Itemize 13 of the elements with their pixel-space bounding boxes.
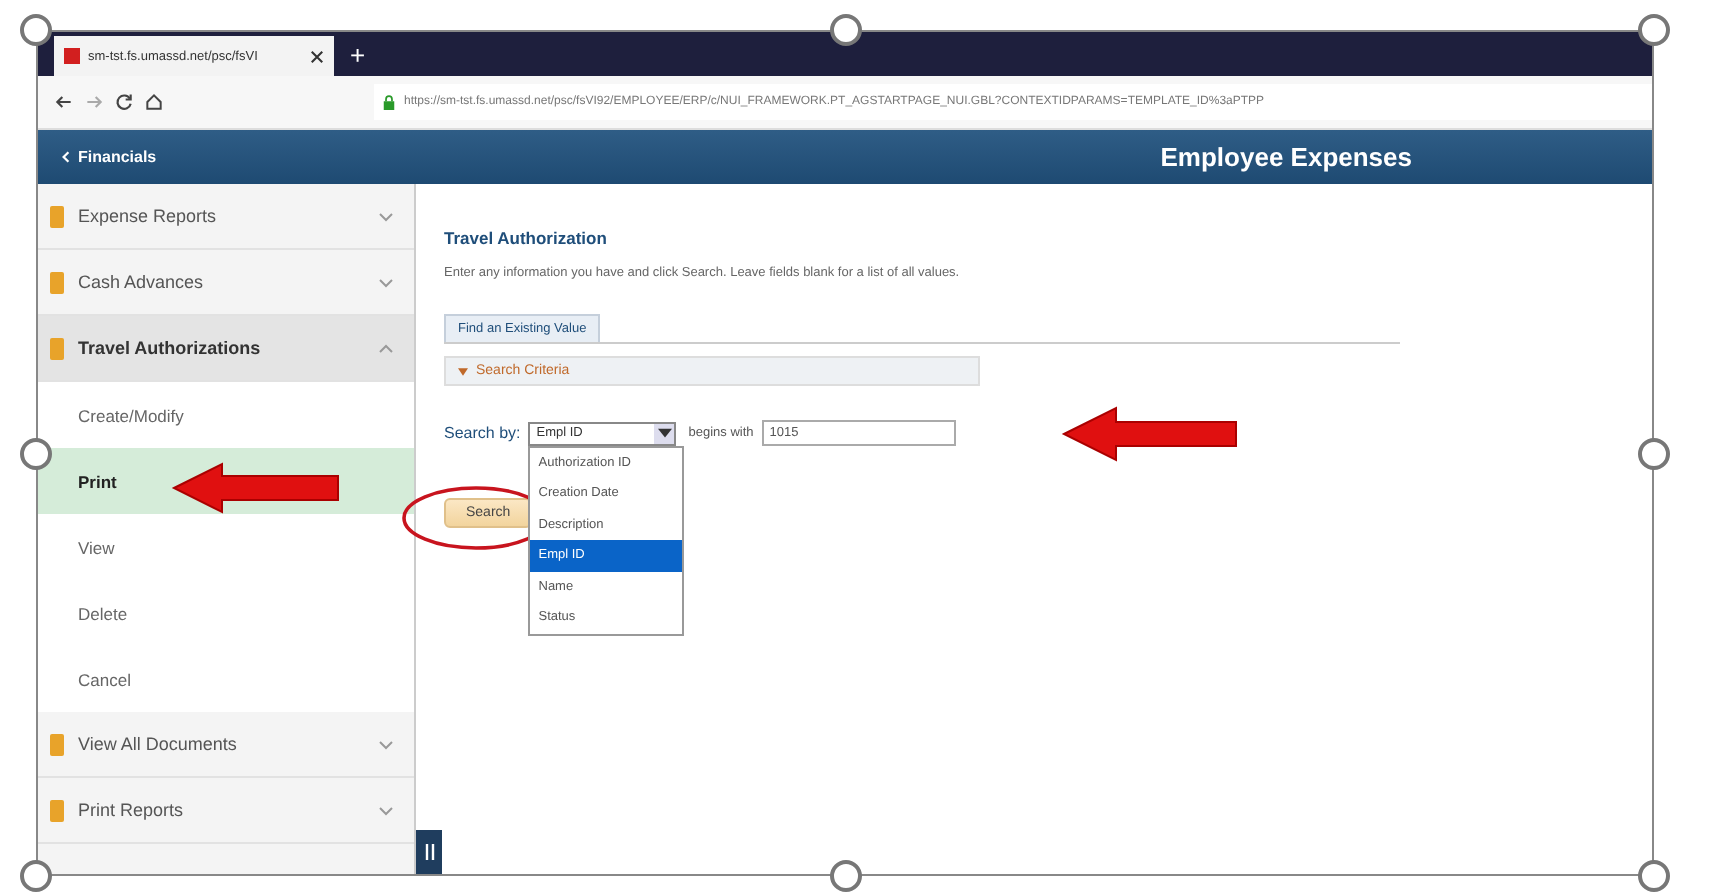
submenu-item[interactable]: View [38, 514, 414, 580]
back-link[interactable]: Financials [78, 148, 157, 166]
search-by-label: Search by: [444, 424, 521, 442]
submenu-item[interactable]: Create/Modify [38, 382, 414, 448]
page-title: Employee Expenses [1160, 142, 1412, 172]
submenu-item[interactable]: Cancel [38, 646, 414, 712]
sidebar-item[interactable]: Expense Reports [38, 184, 414, 250]
submenu-item[interactable]: Delete [38, 580, 414, 646]
sidebar-item[interactable]: View All Documents [38, 712, 414, 778]
sidebar-item[interactable]: Print Reports [38, 778, 414, 844]
section-title: Travel Authorization [444, 228, 609, 248]
new-tab-button[interactable]: + [350, 40, 366, 70]
sidebar-item[interactable]: Travel Authorizations [38, 316, 414, 382]
